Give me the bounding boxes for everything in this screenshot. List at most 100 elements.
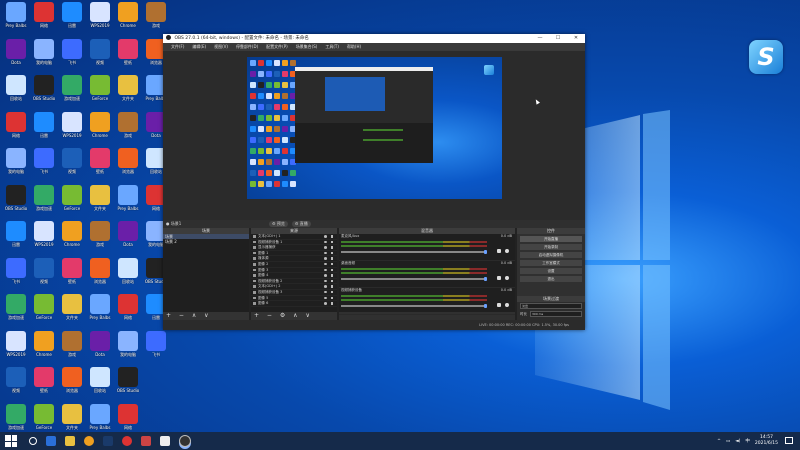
eye-icon[interactable] <box>324 240 327 244</box>
search-icon[interactable] <box>29 437 37 445</box>
desktop-icon[interactable]: 迅雷 <box>58 2 86 36</box>
chrome-icon[interactable] <box>84 436 94 446</box>
desktop-icon[interactable]: 飞书 <box>58 38 86 73</box>
volume-fader[interactable] <box>341 278 487 280</box>
eye-icon[interactable] <box>324 246 327 249</box>
eye-icon[interactable] <box>324 251 327 255</box>
settings-button[interactable]: 设置 <box>520 268 582 274</box>
app-s-logo[interactable]: S <box>749 40 783 74</box>
lock-icon[interactable] <box>330 251 333 255</box>
desktop-icon[interactable]: GeForce <box>30 294 58 328</box>
eye-icon[interactable] <box>324 296 327 300</box>
desktop-icon[interactable]: WPS2019 <box>2 330 30 365</box>
desktop-icon[interactable]: Prey Balbs <box>86 294 114 328</box>
desktop-icon[interactable]: GeForce <box>86 75 114 109</box>
desktop-icon[interactable]: 游戏 <box>142 2 170 36</box>
speaker-icon[interactable] <box>497 249 501 253</box>
app-icon[interactable] <box>160 436 170 446</box>
desktop-icon[interactable]: 我的电脑 <box>2 148 30 182</box>
menu-help[interactable]: 帮助(H) <box>347 43 361 51</box>
desktop-icon[interactable]: 游戏 <box>86 221 114 255</box>
notification-icon[interactable] <box>785 437 793 444</box>
lock-icon[interactable] <box>330 268 333 272</box>
input-language[interactable]: 中 <box>745 438 750 444</box>
desktop-icon[interactable]: 飞书 <box>2 257 30 292</box>
desktop-icon[interactable]: WPS2019 <box>30 221 58 255</box>
obs-titlebar[interactable]: OBS 27.0.1 (64-bit, windows) - 配置文件: 未命名… <box>163 34 585 43</box>
duration-input[interactable]: 300 ms <box>530 311 582 317</box>
desktop-icon[interactable]: 视频 <box>2 367 30 401</box>
desktop-icon[interactable]: 文件夹 <box>58 294 86 328</box>
desktop-icon[interactable]: 视频 <box>86 38 114 73</box>
desktop-icon[interactable]: Prey Balbs <box>114 184 142 219</box>
desktop-icon[interactable]: 视频 <box>30 257 58 292</box>
minimize-button[interactable]: — <box>531 34 549 43</box>
gear-icon[interactable] <box>505 249 509 253</box>
desktop-icon[interactable]: 回收站 <box>114 257 142 292</box>
desktop-icon[interactable]: 文件夹 <box>114 75 142 109</box>
lock-icon[interactable] <box>330 240 333 244</box>
desktop-icon[interactable]: Chrome <box>30 330 58 365</box>
desktop-icon[interactable]: 浏览器 <box>114 148 142 182</box>
lock-icon[interactable] <box>330 285 333 288</box>
menu-file[interactable]: 文件(F) <box>171 43 184 51</box>
steam-icon[interactable] <box>103 436 113 446</box>
task-view-icon[interactable] <box>46 436 56 446</box>
game-icon[interactable] <box>141 436 151 446</box>
desktop-icon[interactable]: 游戏 <box>114 111 142 146</box>
fader-handle[interactable] <box>484 249 487 254</box>
desktop-icon[interactable]: 壁纸 <box>86 148 114 182</box>
desktop-icon[interactable]: 文件夹 <box>86 184 114 219</box>
menu-docks[interactable]: 停靠部件(D) <box>236 43 258 51</box>
menu-view[interactable]: 视图(V) <box>214 43 228 51</box>
lock-icon[interactable] <box>330 262 333 266</box>
eye-icon[interactable] <box>324 257 327 260</box>
start-streaming-button[interactable]: 开始直播 <box>520 236 582 242</box>
live-toggle[interactable]: ⚙ 直播 <box>291 221 311 227</box>
menu-tools[interactable]: 工具(T) <box>325 43 339 51</box>
desktop-icon[interactable]: 网络 <box>2 111 30 146</box>
desktop-icon[interactable]: Chrome <box>114 2 142 36</box>
close-button[interactable]: ✕ <box>567 34 585 43</box>
desktop-icon[interactable]: 浏览器 <box>86 257 114 292</box>
eye-icon[interactable] <box>324 302 327 305</box>
virtual-camera-button[interactable]: 启动虚拟摄像机 <box>520 252 582 258</box>
netease-icon[interactable] <box>122 436 132 446</box>
menu-edit[interactable]: 编辑(E) <box>192 43 206 51</box>
desktop-icon[interactable]: OBS Studio <box>30 75 58 109</box>
desktop-icon[interactable]: 网络 <box>30 2 58 36</box>
preview-toggle[interactable]: ⚙ 预览 <box>269 221 288 227</box>
desktop-icon[interactable]: 网络 <box>114 294 142 328</box>
desktop-icon[interactable]: 回收站 <box>86 367 114 401</box>
gear-icon[interactable] <box>505 303 509 307</box>
scene-item[interactable]: 场景 2 <box>163 239 249 244</box>
maximize-button[interactable]: ☐ <box>549 34 567 43</box>
lock-icon[interactable] <box>330 279 333 283</box>
desktop-icon[interactable]: WPS2019 <box>58 111 86 146</box>
tray-chevron-icon[interactable]: ^ <box>717 439 721 444</box>
speaker-icon[interactable] <box>497 303 501 307</box>
desktop-icon[interactable]: OBS Studio <box>114 367 142 401</box>
eye-icon[interactable] <box>324 262 327 266</box>
desktop-icon[interactable]: 回收站 <box>2 75 30 109</box>
desktop-icon[interactable]: OBS Studio <box>2 184 30 219</box>
desktop-icon[interactable]: 壁纸 <box>114 38 142 73</box>
desktop-icon[interactable]: 壁纸 <box>58 257 86 292</box>
desktop-icon[interactable]: 迅雷 <box>2 221 30 255</box>
eye-icon[interactable] <box>324 274 327 277</box>
file-explorer-icon[interactable] <box>65 436 75 446</box>
exit-button[interactable]: 退出 <box>520 276 582 282</box>
lock-icon[interactable] <box>330 257 333 260</box>
eye-icon[interactable] <box>324 268 327 272</box>
volume-icon[interactable]: ◄) <box>735 439 740 444</box>
desktop-icon[interactable]: WPS2019 <box>86 2 114 36</box>
fader-handle[interactable] <box>484 303 487 308</box>
desktop-icon[interactable]: 壁纸 <box>30 367 58 401</box>
desktop-icon[interactable]: Chrome <box>58 221 86 255</box>
clock[interactable]: 14:57 2021/6/15 <box>755 435 778 447</box>
desktop-icon[interactable]: Chrome <box>86 111 114 146</box>
lock-icon[interactable] <box>330 235 333 238</box>
lock-icon[interactable] <box>330 302 333 305</box>
menu-profile[interactable]: 配置文件(P) <box>266 43 288 51</box>
fader-handle[interactable] <box>484 276 487 281</box>
